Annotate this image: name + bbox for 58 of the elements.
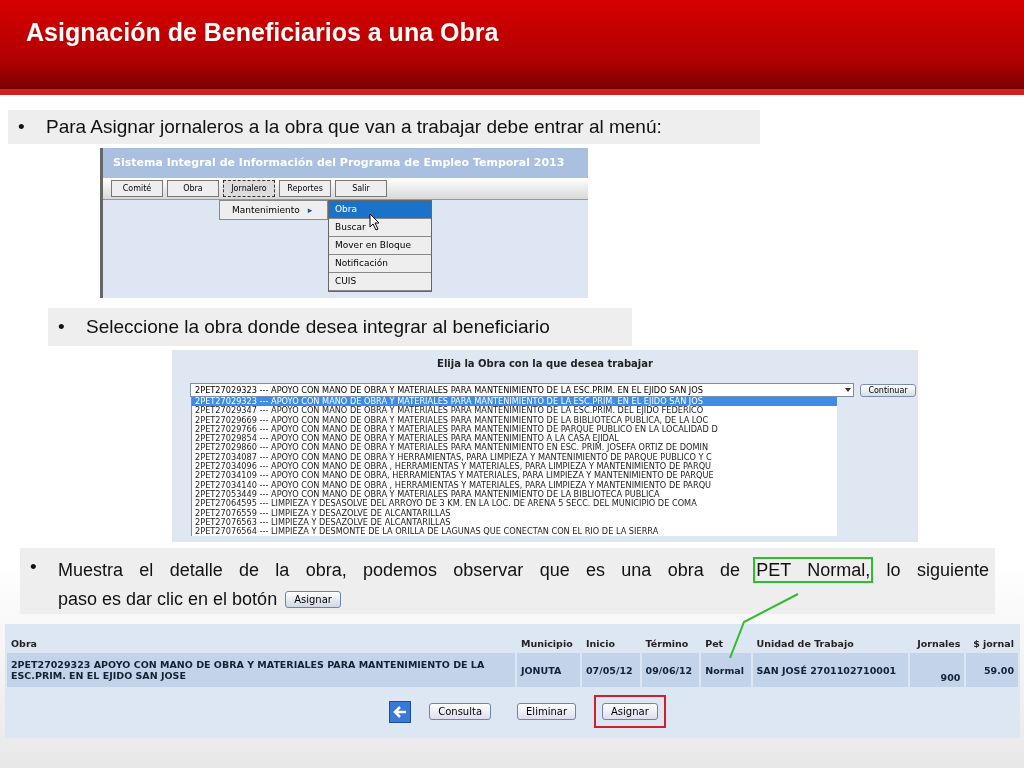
list-option[interactable]: 2PET27034140 --- APOYO CON MANO DE OBRA , HERRAMIENTAS Y MATERIALES, PARA LIMPIEZA Y MANTENIMIENTO DE PARQU [192, 480, 837, 490]
list-option[interactable]: 2PET27029860 --- APOYO CON MANO DE OBRA Y MATERIALES PARA MANTENIMIENTO EN ESC. PRIM. JOSEFA ORTIZ DE DOMIN [192, 443, 837, 453]
dropdown-field[interactable]: 2PET27029323 --- APOYO CON MANO DE OBRA Y MATERIALES PARA MANTENIMIENTO DE LA ESC.PRIM. EN EL EJIDO SAN JOS [190, 383, 854, 397]
menu-item[interactable]: Obra [329, 201, 431, 219]
menu-item[interactable]: Notificación [329, 255, 431, 273]
column-header: Inicio [585, 637, 616, 651]
column-header: $ jornal [972, 637, 1015, 651]
table-cell: JONUTA [517, 653, 580, 687]
bullet-marker: • [18, 116, 26, 138]
column-header: Pet [704, 637, 725, 651]
table-cell: Normal [701, 653, 751, 687]
column-header: Municipio [520, 637, 574, 651]
list-option[interactable]: 2PET27029347 --- APOYO CON MANO DE OBRA Y MATERIALES PARA MANTENIMIENTO DE LA ESC.PRIM. DEL EJIDO FEDERICO [192, 406, 837, 416]
list-option[interactable]: 2PET27076559 --- LIMPIEZA Y DESAZOLVE DE ALCANTARILLAS [192, 508, 837, 518]
column-header: Obra [10, 637, 38, 651]
table-cell: 07/05/12 [582, 653, 640, 687]
cursor-icon [369, 213, 381, 231]
table-cell: 59.00 [966, 653, 1018, 687]
table-cell: 09/06/12 [641, 653, 700, 687]
column-header: Jornales [915, 637, 962, 651]
list-option[interactable]: 2PET27029669 --- APOYO CON MANO DE OBRA Y MATERIALES PARA MANTENIMIENTO DE LA BIBLIOTECA PUBLICA, DE LA LOC [192, 415, 837, 425]
column-header: Unidad de Trabajo [755, 637, 855, 651]
list-option[interactable]: 2PET27034096 --- APOYO CON MANO DE OBRA , HERRAMIENTAS Y MATERIALES, PARA LIMPIEZA Y MANTENIMIENTO DE PARQU [192, 462, 837, 472]
continue-button[interactable]: Continuar [860, 383, 916, 397]
menu-button[interactable]: Salir [335, 180, 387, 197]
list-option[interactable]: 2PET27064595 --- LIMPIEZA Y DESASOLVE DEL ARROYO DE 3 KM. EN LA LOC. DE ARENA 5 SECC. DEL MUNICIPIO DE COMA [192, 499, 837, 509]
panel-heading: Elija la Obra con la que desea trabajar [436, 357, 654, 371]
action-button[interactable]: Eliminar [517, 703, 576, 720]
table-cell: 900 [910, 653, 965, 687]
list-option[interactable]: 2PET27076564 --- LIMPIEZA Y DESMONTE DE LA ORILLA DE LAGUNAS QUE CONECTAN CON EL RIO DE LA SIERRA [192, 527, 837, 537]
action-button[interactable]: Asignar [602, 703, 658, 720]
list-option[interactable]: 2PET27029854 --- APOYO CON MANO DE OBRA Y MATERIALES PARA MANTENIMIENTO A LA CASA EJIDAL [192, 434, 837, 444]
table-cell: SAN JOSÉ 2701102710001 [752, 653, 909, 687]
column-header: Término [644, 637, 690, 651]
menu-item[interactable]: CUIS [329, 273, 431, 291]
menu-item[interactable]: Mantenimiento [232, 205, 300, 215]
menu-button[interactable]: Jornalero [223, 180, 275, 197]
bullet-text: paso es dar clic en el botón [58, 588, 278, 611]
list-option[interactable]: 2PET27034087 --- APOYO CON MANO DE OBRA Y HERRAMIENTAS, PARA LIMPIEZA Y MANTENIMIENTO DE PARQUE PUBLICO Y C [192, 452, 837, 463]
bullet-marker: • [30, 556, 38, 578]
list-option[interactable]: 2PET27029766 --- APOYO CON MANO DE OBRA Y MATERIALES PARA MANTENIMIENTO DE PARQUE PUBLICO EN LA LOCALIDAD D [192, 424, 837, 435]
list-option[interactable]: 2PET27053449 --- APOYO CON MANO DE OBRA Y MATERIALES PARA MANTENIMIENTO DE LA BIBLIOTECA PUBLICA [192, 489, 837, 500]
table-cell: 2PET27029323 APOYO CON MANO DE OBRA Y MATERIALES PARA MANTENIMIENTO DE LA ESC.PRIM. EN EL EJIDO SAN JOSE [7, 653, 515, 687]
submenu-arrow: ▸ [307, 205, 313, 215]
bullet-marker: • [58, 316, 66, 338]
bullet-text: Para Asignar jornaleros a la obra que van a trabajar debe entrar al menú: [46, 116, 662, 138]
bullet-text: Seleccione la obra donde desea integrar al beneficiario [86, 316, 550, 338]
menu-item[interactable]: Mover en Bloque [329, 237, 431, 255]
app-title: Sistema Integral de Información del Programa de Empleo Temporal 2013 [103, 148, 588, 178]
assign-button[interactable]: Asignar [285, 591, 341, 608]
menu-button[interactable]: Comité [111, 180, 163, 197]
action-button[interactable]: Consulta [429, 703, 492, 720]
menu-button[interactable]: Reportes [279, 180, 331, 197]
list-option[interactable]: 2PET27076563 --- LIMPIEZA Y DESAZOLVE DE ALCANTARILLAS [192, 517, 837, 528]
list-option[interactable]: 2PET27034109 --- APOYO CON MANO DE OBRA, HERRAMIENTAS Y MATERIALES, PARA LIMPIEZA Y MANTENIMIENTO DE PARQUE [192, 471, 837, 481]
menu-button[interactable]: Obra [167, 180, 219, 197]
slide-title: Asignación de Beneficiarios a una Obra [26, 18, 499, 47]
bullet-text: Muestra el detalle de la obra, podemos observar que es una obra de PET Normal, lo siguiente [58, 556, 989, 585]
